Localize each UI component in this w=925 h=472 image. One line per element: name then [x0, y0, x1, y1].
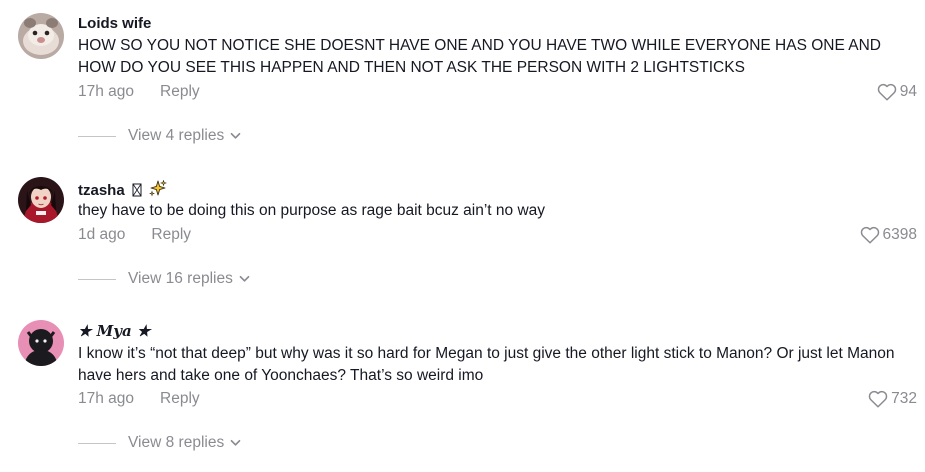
heart-icon [868, 390, 888, 408]
timestamp: 17h ago [78, 390, 135, 407]
dark-figure-avatar-icon [18, 320, 64, 366]
reply-button[interactable]: Reply [160, 390, 200, 407]
comment-meta: 17h ago Reply [78, 390, 200, 408]
avatar[interactable] [18, 320, 64, 366]
username[interactable]: ★ 𝑴𝒚𝒂 ★ [78, 322, 150, 340]
view-replies-label: View 8 replies [128, 434, 225, 451]
like-count: 732 [891, 390, 917, 407]
comment-item: ★ 𝑴𝒚𝒂 ★ I know it’s “not that deep” but … [0, 0, 925, 472]
divider [78, 442, 116, 444]
view-replies-button[interactable]: View 8 replies [78, 434, 241, 452]
chevron-down-icon [230, 439, 241, 446]
comment-text: I know it’s “not that deep” but why was … [78, 345, 895, 384]
like-button[interactable]: 732 [868, 390, 917, 408]
